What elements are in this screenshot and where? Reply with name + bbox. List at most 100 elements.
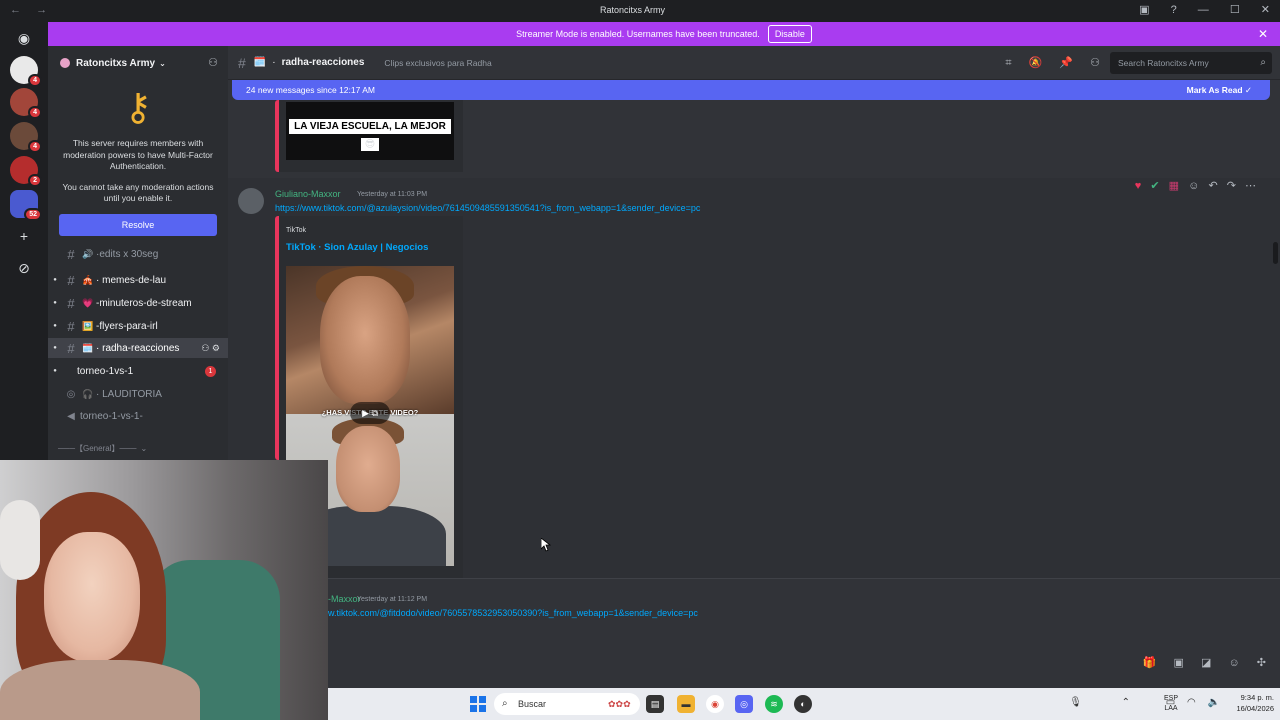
scrollbar[interactable] [1273,242,1278,264]
mark-as-read-button[interactable]: Mark As Read ✓ [1187,85,1252,96]
embed-provider: TikTok [286,227,306,234]
hash-icon: # [238,54,246,71]
apps-icon[interactable]: ✣ [1257,657,1266,669]
server-icon[interactable]: 4 [10,122,42,153]
channel-label: · radha-reacciones [96,342,180,354]
mic-icon[interactable]: 🎙 [1069,697,1082,708]
windows-start-icon[interactable] [470,696,486,712]
message-author[interactable]: Giuliano-Maxxor [275,189,341,199]
add-server-icon[interactable]: + [14,226,34,246]
message-link[interactable]: w.tiktok.com/@fitdodo/video/760557853295… [328,608,698,618]
clock[interactable]: 9:34 p. m. 16/04/2026 [1236,692,1274,714]
close-icon[interactable]: ✕ [1258,27,1268,41]
folder-app-icon[interactable]: ▬ [677,695,695,713]
channel-item[interactable]: ● # 🎪 · memes-de-lau [48,270,228,290]
reply-icon[interactable]: ↶ [1208,180,1217,192]
obs-app-icon[interactable]: ◐ [794,695,812,713]
inbox-icon[interactable]: ▣ [1139,4,1149,16]
chat-area: # 🗓️ · radha-reacciones Clips exclusivos… [228,46,1280,688]
wifi-icon[interactable]: ◠ [1187,697,1196,708]
minimize-button[interactable]: — [1198,4,1209,16]
mention-badge: 4 [28,140,42,153]
server-name: Ratoncitxs Army [76,57,156,69]
file-explorer-app-icon[interactable]: ▤ [646,695,664,713]
message-composer: 🎁 ▣ ◪ ☺ ✣ [228,646,1280,680]
headset [0,500,40,580]
channel-sidebar: Ratoncitxs Army ⌄ ⚇ ⚷ This server requir… [48,46,228,460]
gift-icon[interactable]: 🎁 [1143,657,1157,669]
back-icon[interactable]: ← [10,4,21,16]
chrome-app-icon[interactable]: ◉ [706,695,724,713]
heart-reaction-icon[interactable]: ♥ [1135,180,1142,192]
nav-buttons: ← → [10,4,59,16]
channel-label: torneo-1vs-1 [77,365,134,377]
message-author[interactable]: -Maxxor [328,594,361,604]
disable-button[interactable]: Disable [767,25,812,43]
chevron-down-icon: ⌄ [140,443,148,453]
volume-icon[interactable]: 🔈 [1208,697,1220,708]
category-label: ───【General】─── [58,443,137,453]
spotify-app-icon[interactable]: ≋ [765,695,783,713]
invite-icon[interactable]: ⚇ [208,56,218,69]
resolve-button[interactable]: Resolve [59,213,217,236]
forward-icon[interactable]: → [36,4,47,16]
sticker-icon[interactable]: ◪ [1201,657,1211,669]
channel-item[interactable]: ● torneo-1vs-1 1 [48,361,228,381]
check-reaction-icon[interactable]: ✔ [1150,180,1159,192]
new-messages-text: 24 new messages since 12:17 AM [246,85,375,95]
mfa-text: This server requires members with modera… [63,138,213,171]
search-icon: ⌕ [502,698,508,709]
channel-item[interactable]: # 🔊 ·edits x 30seg [48,248,228,260]
server-header[interactable]: Ratoncitxs Army ⌄ ⚇ [48,46,228,80]
add-reaction-icon[interactable]: ☺ [1188,180,1199,192]
server-icon[interactable]: 4 [10,56,42,87]
new-messages-bar[interactable]: 24 new messages since 12:17 AM Mark As R… [232,80,1270,100]
server-badge-icon [60,58,70,68]
composer-tools: 🎁 ▣ ◪ ☺ ✣ [1129,656,1266,669]
windows-taskbar: ⌕ Buscar ✿✿✿ ▤ ▬ ◉ ◎ ≋ ◐ ESP LAA ⌃ 🎙 ▭ ◠… [328,688,1280,720]
category-header[interactable]: ───【General】─── ⌄ [48,438,228,458]
help-icon[interactable]: ? [1171,4,1177,16]
message-timestamp: Yesterday at 11:03 PM [357,191,428,198]
channel-topic[interactable]: Clips exclusivos para Radha [384,58,491,68]
stage-icon: ◎ [66,388,76,400]
gif-icon[interactable]: ▣ [1174,657,1184,669]
server-icon[interactable]: 2 [10,156,42,187]
embed-title[interactable]: TikTok · Sion Azulay | Negocios [286,242,428,253]
network-icon[interactable]: ▭ [1166,697,1175,708]
forward-icon[interactable]: ↷ [1227,180,1236,192]
channel-item[interactable]: ● # 🖼️ -flyers-para-irl [48,316,228,336]
avatar[interactable] [238,188,264,214]
channel-label: -minuteros-de-stream [96,297,192,309]
server-icon[interactable]: 4 [10,88,42,119]
channel-label: -flyers-para-irl [96,320,158,332]
calendar-icon: 🗓️ [253,57,267,68]
stage-channel-item[interactable]: ◎ 🎧 · LAUDITORIA [48,384,228,404]
server-rail: ◉ 4 4 4 2 52 + ⊘ [0,22,48,460]
server-icon-active[interactable]: 52 [10,190,42,221]
close-window-button[interactable]: ✕ [1261,4,1270,16]
channel-item-active[interactable]: ● # 🗓️ · radha-reacciones ⚇ ⚙ [48,338,228,358]
more-options-icon[interactable]: ⋯ [1245,180,1256,192]
maximize-button[interactable]: ☐ [1230,4,1240,16]
channel-settings-icons[interactable]: ⚇ ⚙ [201,343,220,354]
members-icon[interactable]: ⚇ [1090,57,1100,69]
unread-dot-icon: ● [53,323,57,329]
discord-home-icon[interactable]: ◉ [14,28,34,48]
pin-icon[interactable]: 📌 [1059,57,1073,69]
discord-app-icon[interactable]: ◎ [735,695,753,713]
mute-bell-icon[interactable]: 🔕 [1029,57,1043,69]
mfa-text-2: You cannot take any moderation actions u… [62,181,214,204]
discover-icon[interactable]: ⊘ [14,258,34,278]
reaction-emoji-icon[interactable]: ▦ [1169,180,1179,192]
voice-channel-item[interactable]: ◀ torneo-1-vs-1- [48,406,228,426]
channel-item[interactable]: ● # 💗 -minuteros-de-stream [48,293,228,313]
search-input[interactable]: Search Ratoncitxs Army ⌕ [1110,52,1272,74]
message-link[interactable]: https://www.tiktok.com/@azulaysion/video… [275,203,700,213]
streamer-mode-banner: Streamer Mode is enabled. Usernames have… [48,22,1280,46]
channel-label: torneo-1-vs-1- [80,410,143,422]
emoji-icon[interactable]: ☺ [1228,657,1239,669]
threads-icon[interactable]: ⌗ [1005,57,1011,69]
play-icon[interactable]: ▶ ⧉ [350,402,390,424]
chevron-up-icon[interactable]: ⌃ [1122,697,1130,708]
